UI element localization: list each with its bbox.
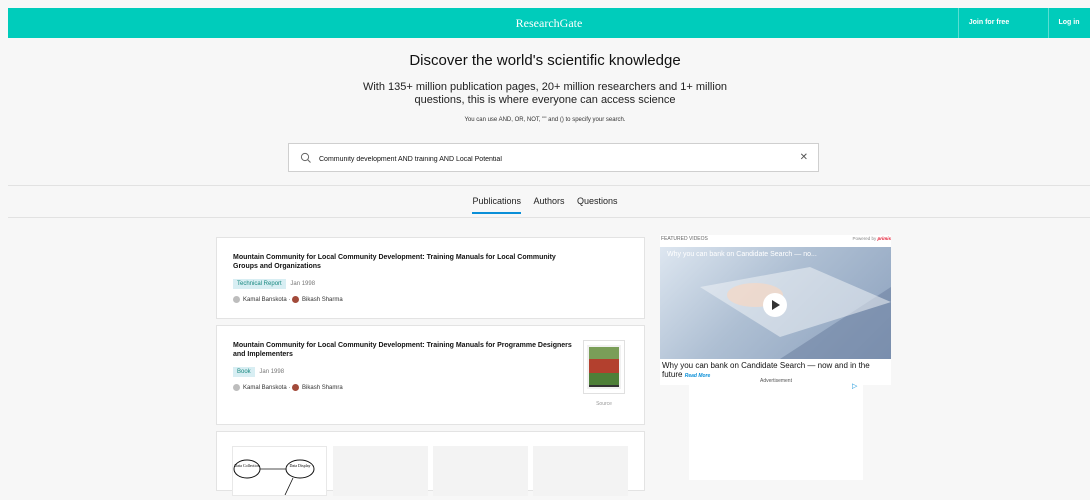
powered-by-label: Powered by primis [852,236,891,241]
avatar [233,296,240,303]
author-list: Kamal Banskota · Bikash Shamra [233,384,343,391]
publication-type-badge: Book [233,367,255,377]
advertisement-slot: Advertisement ▷ [689,378,863,480]
author-link[interactable]: Bikash Sharma [302,297,343,303]
join-for-free-button[interactable]: Join for free [958,8,1019,38]
video-title: Why you can bank on Candidate Search — n… [667,251,817,258]
avatar [292,384,300,391]
search-bar: ✕ [288,143,819,172]
clear-search-icon[interactable]: ✕ [800,152,808,163]
author-list: Kamal Banskota · Bikash Sharma [233,296,343,303]
result-title[interactable]: Mountain Community for Local Community D… [233,253,578,271]
book-cover-image [587,345,621,389]
figure-thumbnail[interactable] [433,446,528,496]
play-icon[interactable] [763,293,787,317]
source-label[interactable]: Source [583,401,625,407]
adchoices-icon[interactable]: ▷ [852,383,859,390]
result-card: Mountain Community for Local Community D… [216,325,645,425]
avatar [233,384,240,391]
featured-videos-label: FEATURED VIDEOS [661,236,708,242]
divider [8,185,1090,186]
result-meta: Book Jan 1998 [233,367,284,377]
result-card: Data Collection Data Display [216,431,645,496]
featured-video-widget: FEATURED VIDEOS Powered by primis Why yo… [660,235,891,385]
search-input[interactable] [317,150,791,168]
diagram-node-label: Data Display [290,463,311,468]
book-cover-thumbnail[interactable] [583,340,625,394]
author-link[interactable]: Kamal Banskota [243,297,287,303]
search-tabs: Publications Authors Questions [0,196,1090,214]
powered-by-text: Powered by [852,236,877,241]
brand-logo[interactable]: ResearchGate [8,16,1090,31]
publication-date: Jan 1998 [259,369,285,375]
tab-authors[interactable]: Authors [533,196,564,212]
result-card: Mountain Community for Local Community D… [216,237,645,319]
search-hint: You can use AND, OR, NOT, "" and () to s… [464,117,626,123]
author-link[interactable]: Kamal Banskota [243,385,287,391]
figure-thumbnail[interactable] [533,446,628,496]
author-link[interactable]: Bikash Shamra [302,385,343,391]
diagram-node-label: Data Collection [234,463,259,468]
hero-section: Discover the world's scientific knowledg… [0,52,1090,123]
video-player[interactable]: Why you can bank on Candidate Search — n… [660,247,891,359]
result-meta: Technical Report Jan 1998 [233,279,315,289]
advertisement-label: Advertisement [760,378,792,384]
hero-subtitle: With 135+ million publication pages, 20+… [362,81,728,106]
log-in-button[interactable]: Log in [1048,8,1089,38]
tab-publications[interactable]: Publications [472,196,521,214]
diagram-figure: Data Collection Data Display [233,459,315,496]
avatar [292,296,300,303]
primis-logo[interactable]: primis [877,236,891,241]
publication-type-badge: Technical Report [233,279,286,289]
figure-thumbnail[interactable]: Data Collection Data Display [232,446,327,496]
figure-thumbnail[interactable] [333,446,428,496]
page-title: Discover the world's scientific knowledg… [409,52,681,69]
result-title[interactable]: Mountain Community for Local Community D… [233,341,578,359]
publication-date: Jan 1998 [290,281,316,287]
divider [8,217,1090,218]
top-navigation-bar: ResearchGate Join for free Log in [8,8,1090,38]
tab-questions[interactable]: Questions [577,196,618,212]
search-icon [300,152,311,163]
